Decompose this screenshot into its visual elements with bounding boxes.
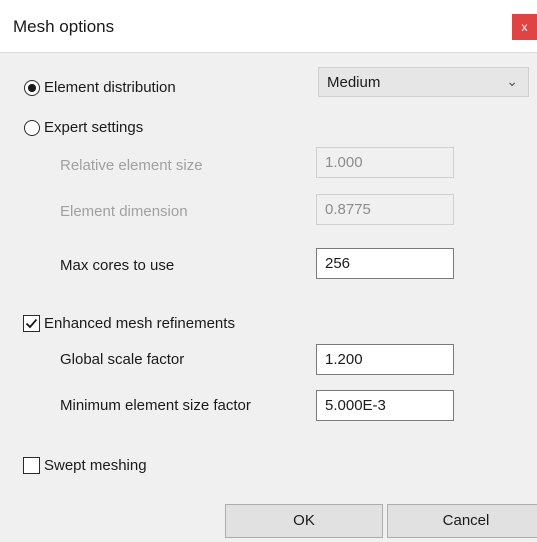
- element-distribution-radio[interactable]: [24, 80, 40, 96]
- close-icon: x: [521, 20, 528, 34]
- dialog-body: Element distribution Medium ⌄ Expert set…: [0, 53, 537, 542]
- element-distribution-label: Element distribution: [44, 79, 176, 96]
- distribution-selected-value: Medium: [327, 74, 381, 91]
- enhanced-mesh-refinements-label: Enhanced mesh refinements: [44, 315, 235, 332]
- chevron-down-icon: ⌄: [506, 73, 518, 89]
- check-icon: [25, 318, 38, 329]
- radio-selected-dot: [28, 84, 36, 92]
- element-dimension-field: 0.8775: [316, 194, 454, 225]
- expert-settings-label: Expert settings: [44, 119, 144, 136]
- global-scale-factor-field[interactable]: 1.200: [316, 344, 454, 375]
- relative-element-size-field: 1.000: [316, 147, 454, 178]
- element-dimension-label: Element dimension: [60, 203, 188, 220]
- mesh-options-dialog: Mesh options x Element distribution Medi…: [0, 0, 537, 542]
- max-cores-label: Max cores to use: [60, 257, 175, 274]
- swept-meshing-checkbox[interactable]: [23, 457, 40, 474]
- dialog-title: Mesh options: [13, 17, 115, 36]
- max-cores-field[interactable]: 256: [316, 248, 454, 279]
- minimum-element-size-factor-label: Minimum element size factor: [60, 397, 251, 414]
- swept-meshing-label: Swept meshing: [44, 457, 147, 474]
- distribution-select[interactable]: Medium ⌄: [318, 67, 529, 97]
- relative-element-size-label: Relative element size: [60, 157, 203, 174]
- cancel-button[interactable]: Cancel: [387, 504, 537, 538]
- title-bar: Mesh options x: [0, 0, 537, 53]
- ok-button[interactable]: OK: [225, 504, 383, 538]
- enhanced-mesh-refinements-checkbox[interactable]: [23, 315, 40, 332]
- global-scale-factor-label: Global scale factor: [60, 351, 185, 368]
- close-button[interactable]: x: [512, 14, 537, 40]
- expert-settings-radio[interactable]: [24, 120, 40, 136]
- minimum-element-size-factor-field[interactable]: 5.000E-3: [316, 390, 454, 421]
